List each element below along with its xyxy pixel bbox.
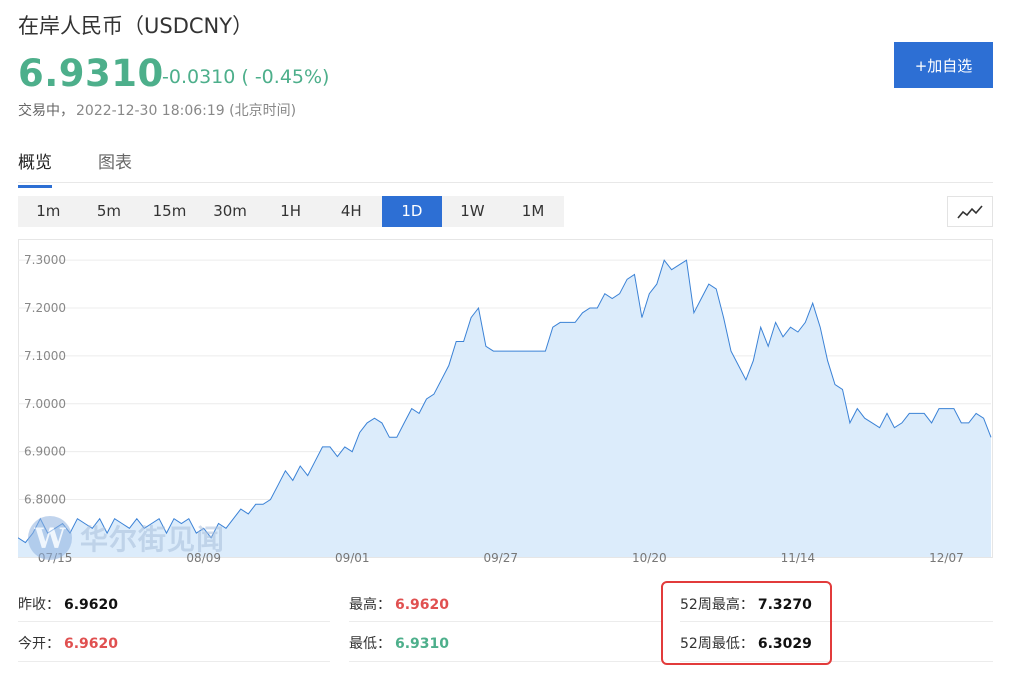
watermark-text: 华尔街见闻 [80, 523, 226, 556]
tab-chart[interactable]: 图表 [98, 148, 132, 185]
stat-high: 最高： 6.9620 [349, 594, 449, 614]
y-tick-label: 7.0000 [24, 397, 66, 411]
x-tick-label: 10/20 [632, 551, 667, 565]
y-tick-label: 6.8000 [24, 493, 66, 507]
price-change: -0.0310 ( -0.45%) [162, 66, 330, 88]
interval-selector: 1m 5m 15m 30m 1H 4H 1D 1W 1M [18, 196, 564, 227]
stat-open: 今开： 6.9620 [18, 633, 118, 653]
watermark-logo-icon: W [28, 516, 72, 560]
divider [18, 661, 330, 662]
stat-label: 最高： [349, 597, 391, 613]
tab-bar: 概览 图表 [18, 140, 993, 188]
interval-4h[interactable]: 4H [321, 196, 382, 227]
chart-type-button[interactable] [947, 196, 993, 227]
interval-1w[interactable]: 1W [442, 196, 503, 227]
highlight-annotation [661, 581, 832, 665]
y-tick-label: 7.3000 [24, 253, 66, 267]
interval-5m[interactable]: 5m [79, 196, 140, 227]
stat-value: 6.9310 [395, 636, 450, 652]
divider [18, 621, 330, 622]
interval-1h[interactable]: 1H [260, 196, 321, 227]
divider [349, 621, 661, 622]
stat-value: 6.9620 [64, 597, 119, 613]
stat-label: 今开： [18, 636, 60, 652]
interval-1mo[interactable]: 1M [503, 196, 564, 227]
y-tick-label: 7.1000 [24, 349, 66, 363]
stat-label: 最低： [349, 636, 391, 652]
page-title: 在岸人民币（USDCNY） [18, 14, 254, 38]
status-label: 交易中， [18, 103, 74, 119]
current-price: 6.9310 [18, 52, 164, 95]
x-tick-label: 12/07 [929, 551, 964, 565]
interval-15m[interactable]: 15m [139, 196, 200, 227]
stat-prev-close: 昨收： 6.9620 [18, 594, 118, 614]
y-tick-label: 7.2000 [24, 301, 66, 315]
y-tick-label: 6.9000 [24, 445, 66, 459]
stat-value: 6.9620 [395, 597, 450, 613]
watermark: W 华尔街见闻 [28, 516, 225, 560]
tab-overview[interactable]: 概览 [18, 148, 52, 188]
line-chart-icon [957, 204, 983, 219]
stat-low: 最低： 6.9310 [349, 633, 449, 653]
x-tick-label: 09/27 [483, 551, 518, 565]
stat-label: 昨收： [18, 597, 60, 613]
trading-status: 交易中， 2022-12-30 18:06:19 (北京时间) [18, 100, 296, 120]
timestamp: 2022-12-30 18:06:19 (北京时间) [76, 103, 297, 119]
interval-30m[interactable]: 30m [200, 196, 261, 227]
divider [349, 661, 661, 662]
x-tick-label: 09/01 [335, 551, 370, 565]
add-to-watchlist-button[interactable]: +加自选 [894, 42, 993, 88]
interval-1d[interactable]: 1D [381, 196, 443, 227]
stat-value: 6.9620 [64, 636, 119, 652]
interval-1m[interactable]: 1m [18, 196, 79, 227]
x-tick-label: 11/14 [781, 551, 816, 565]
